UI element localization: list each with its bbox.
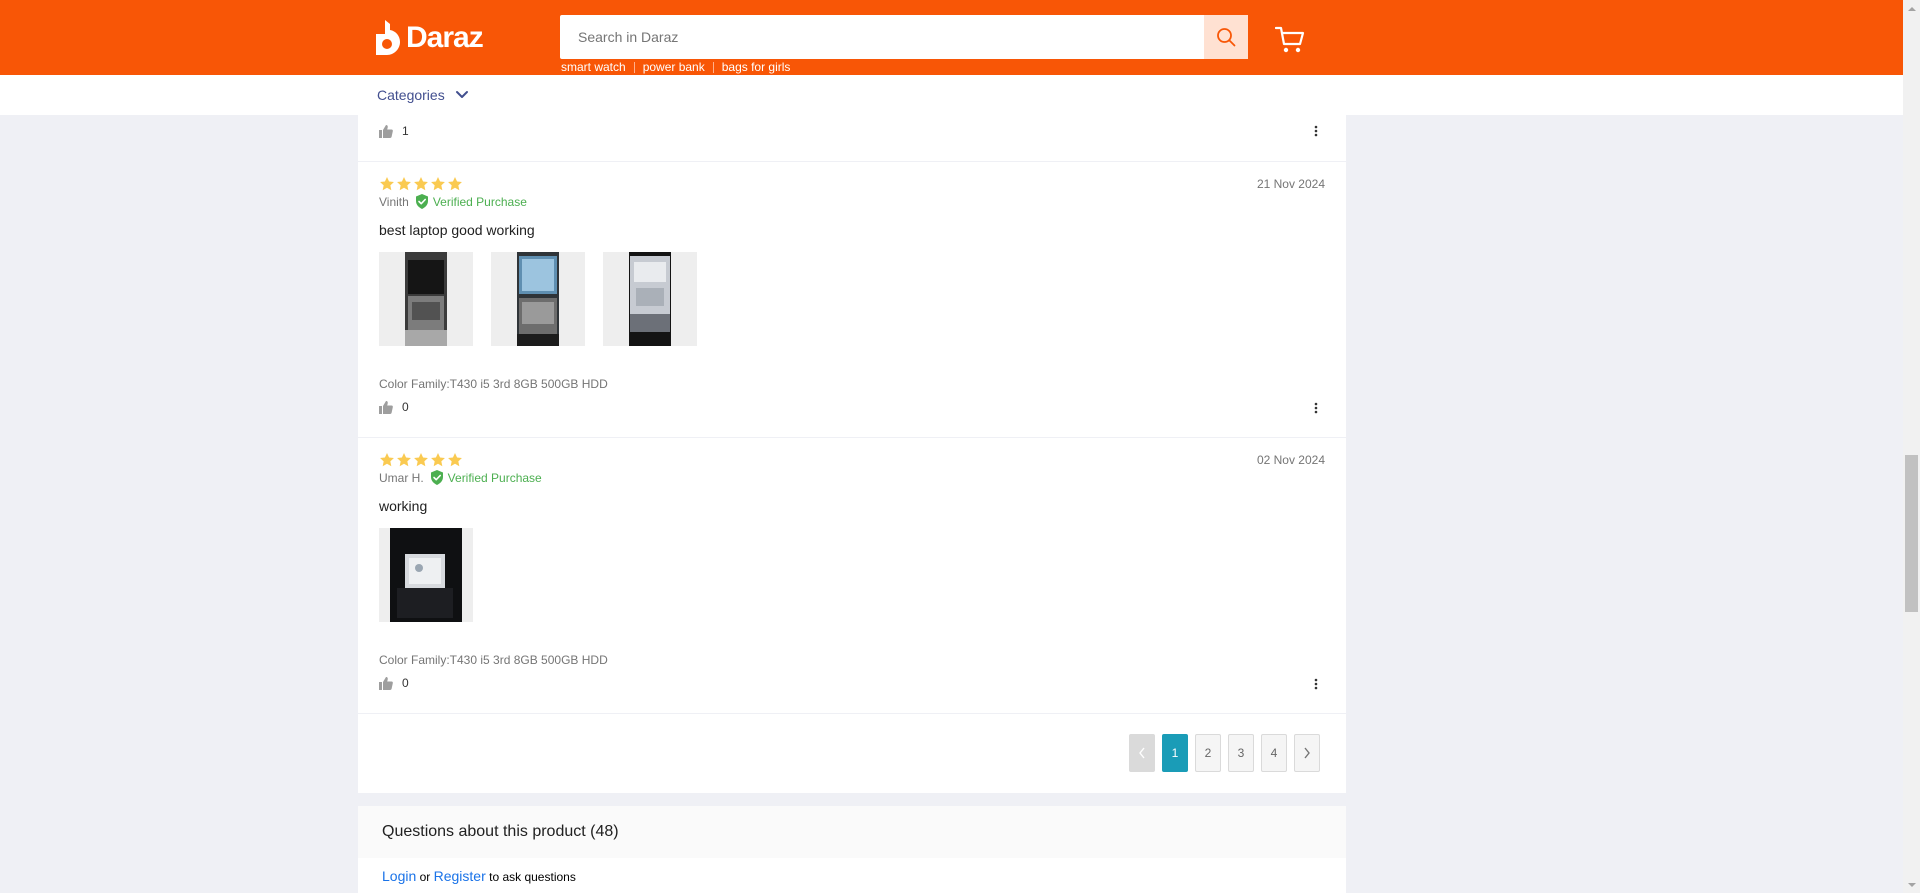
verified-shield-icon	[430, 470, 443, 485]
logo-text: Daraz	[406, 21, 484, 54]
search-input[interactable]	[560, 15, 1200, 59]
categories-bar: Categories	[0, 75, 1903, 115]
page-button-3[interactable]: 3	[1228, 734, 1254, 772]
login-link[interactable]: Login	[382, 868, 416, 884]
like-count: 0	[402, 400, 409, 414]
top-header: Daraz smart watch power bank bags for gi…	[0, 0, 1903, 75]
page-scrollbar[interactable]	[1903, 0, 1920, 893]
reviews-panel: 1 21 Nov 2024 Vinith Verified Purchase b…	[358, 115, 1346, 793]
like-count: 1	[402, 124, 409, 138]
more-vertical-icon	[1314, 402, 1318, 414]
review-author: Umar H. Verified Purchase	[379, 470, 542, 485]
thumbs-up-icon	[379, 124, 393, 138]
keyword-divider	[712, 61, 714, 73]
more-options-button[interactable]	[1306, 674, 1326, 694]
review-image[interactable]	[491, 252, 585, 346]
review-item-partial: 1	[358, 115, 1346, 162]
questions-section: Questions about this product (48) Login …	[358, 806, 1346, 893]
review-date: 21 Nov 2024	[1256, 177, 1325, 191]
like-button[interactable]: 0	[379, 400, 409, 414]
review-content: best laptop good working	[379, 222, 535, 238]
more-options-button[interactable]	[1306, 398, 1326, 418]
search-button[interactable]	[1204, 15, 1248, 59]
more-vertical-icon	[1314, 678, 1318, 690]
cart-icon	[1274, 26, 1305, 53]
daraz-logo-icon	[376, 20, 400, 55]
previous-page-button[interactable]	[1129, 734, 1155, 772]
search-icon	[1217, 28, 1236, 47]
or-text: or	[419, 870, 431, 884]
categories-dropdown[interactable]: Categories	[377, 87, 469, 103]
categories-label: Categories	[377, 87, 445, 103]
register-link[interactable]: Register	[434, 868, 486, 884]
verified-badge: Verified Purchase	[415, 194, 527, 209]
keyword-link[interactable]: bags for girls	[722, 60, 791, 74]
author-name: Umar H.	[379, 470, 424, 485]
thumbs-up-icon	[379, 676, 393, 690]
review-date: 02 Nov 2024	[1256, 453, 1325, 467]
verified-label: Verified Purchase	[447, 470, 542, 485]
review-images	[379, 252, 715, 346]
chevron-right-icon	[1304, 747, 1310, 759]
keyword-link[interactable]: power bank	[643, 60, 705, 74]
more-options-button[interactable]	[1306, 121, 1326, 141]
review-author: Vinith Verified Purchase	[379, 194, 527, 209]
like-count: 0	[402, 676, 409, 690]
ask-suffix-text: to ask questions	[489, 870, 576, 884]
keyword-link[interactable]: smart watch	[561, 60, 626, 74]
verified-badge: Verified Purchase	[430, 470, 542, 485]
review-image[interactable]	[603, 252, 697, 346]
like-button[interactable]: 0	[379, 676, 409, 690]
next-page-button[interactable]	[1294, 734, 1320, 772]
review-item: 02 Nov 2024 Umar H. Verified Purchase wo…	[358, 438, 1346, 714]
search-keywords: smart watch power bank bags for girls	[561, 60, 790, 74]
review-image[interactable]	[379, 528, 473, 622]
chevron-left-icon	[1139, 747, 1145, 759]
chevron-down-icon	[455, 91, 468, 98]
ask-question-prompt: Login or Register to ask questions	[382, 868, 576, 884]
pagination: 1 2 3 4	[1129, 734, 1327, 772]
daraz-logo[interactable]: Daraz	[376, 20, 484, 56]
keyword-divider	[633, 61, 635, 73]
scroll-up-arrow[interactable]	[1903, 0, 1920, 17]
scroll-down-arrow[interactable]	[1903, 876, 1920, 893]
review-content: working	[379, 498, 428, 514]
review-images	[379, 528, 491, 622]
thumbs-up-icon	[379, 400, 393, 414]
review-image[interactable]	[379, 252, 473, 346]
search-bar	[560, 15, 1248, 59]
review-item: 21 Nov 2024 Vinith Verified Purchase bes…	[358, 162, 1346, 438]
like-button[interactable]: 1	[379, 124, 409, 138]
verified-shield-icon	[415, 194, 428, 209]
page-button-1[interactable]: 1	[1162, 734, 1188, 772]
review-sku: Color Family:T430 i5 3rd 8GB 500GB HDD	[379, 653, 608, 667]
scrollbar-thumb[interactable]	[1905, 455, 1918, 612]
author-name: Vinith	[379, 194, 409, 209]
page-button-4[interactable]: 4	[1261, 734, 1287, 772]
verified-label: Verified Purchase	[432, 194, 527, 209]
review-sku: Color Family:T430 i5 3rd 8GB 500GB HDD	[379, 377, 608, 391]
cart-button[interactable]	[1274, 26, 1305, 59]
more-vertical-icon	[1314, 125, 1318, 137]
page-button-2[interactable]: 2	[1195, 734, 1221, 772]
questions-title: Questions about this product (48)	[358, 806, 1346, 858]
